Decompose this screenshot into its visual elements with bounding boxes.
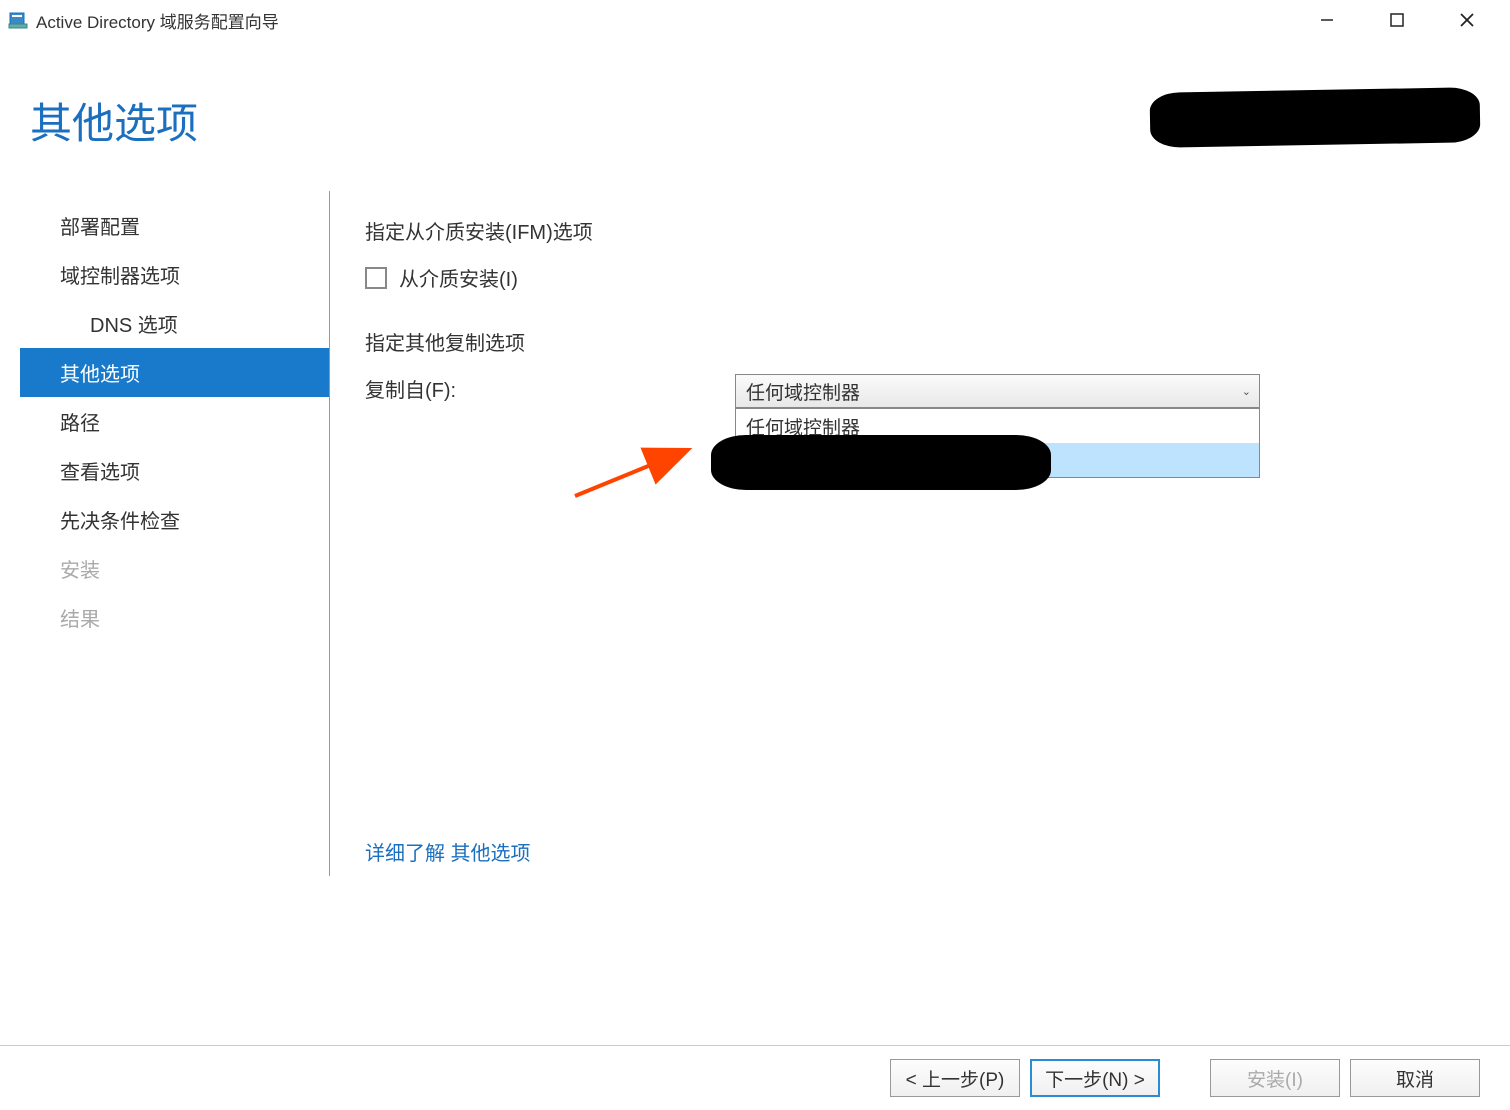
- minimize-button[interactable]: [1312, 5, 1342, 35]
- main-content: 部署配置 域控制器选项 DNS 选项 其他选项 路径 查看选项 先决条件检查 安…: [0, 191, 1510, 876]
- ifm-section-label: 指定从介质安装(IFM)选项: [365, 216, 1490, 245]
- replication-section-label: 指定其他复制选项: [365, 327, 1490, 356]
- page-header: 其他选项 各器: [0, 40, 1510, 191]
- server-manager-icon: [8, 10, 28, 30]
- sidebar-item-paths[interactable]: 路径: [20, 397, 329, 446]
- sidebar-item-deployment[interactable]: 部署配置: [20, 201, 329, 250]
- sidebar-item-review-options[interactable]: 查看选项: [20, 446, 329, 495]
- ifm-checkbox-label: 从介质安装(I): [399, 263, 518, 292]
- replicate-from-dropdown[interactable]: 任何域控制器 ⌄: [735, 374, 1260, 408]
- content-area: 指定从介质安装(IFM)选项 从介质安装(I) 指定其他复制选项 复制自(F):…: [330, 191, 1490, 876]
- ifm-checkbox[interactable]: [365, 267, 387, 289]
- dropdown-list: 任何域控制器: [735, 408, 1260, 478]
- close-button[interactable]: [1452, 5, 1482, 35]
- help-link[interactable]: 详细了解 其他选项: [365, 837, 531, 866]
- window-controls: [1312, 5, 1502, 35]
- replicate-from-row: 复制自(F): 任何域控制器 ⌄ 任何域控制器: [365, 374, 1490, 408]
- wizard-footer: < 上一步(P) 下一步(N) > 安装(I) 取消: [0, 1045, 1510, 1100]
- window-title: Active Directory 域服务配置向导: [36, 8, 279, 33]
- previous-button[interactable]: < 上一步(P): [890, 1059, 1020, 1097]
- maximize-button[interactable]: [1382, 5, 1412, 35]
- redacted-server-name: [1150, 87, 1481, 148]
- sidebar-item-dns-options[interactable]: DNS 选项: [20, 299, 329, 348]
- cancel-button[interactable]: 取消: [1350, 1059, 1480, 1097]
- sidebar-item-dc-options[interactable]: 域控制器选项: [20, 250, 329, 299]
- annotation-arrow: [570, 436, 700, 506]
- install-button: 安装(I): [1210, 1059, 1340, 1097]
- replicate-from-label: 复制自(F):: [365, 374, 735, 403]
- wizard-steps-sidebar: 部署配置 域控制器选项 DNS 选项 其他选项 路径 查看选项 先决条件检查 安…: [20, 191, 330, 876]
- ifm-checkbox-row: 从介质安装(I): [365, 263, 1490, 292]
- next-button[interactable]: 下一步(N) >: [1030, 1059, 1160, 1097]
- sidebar-item-additional-options[interactable]: 其他选项: [20, 348, 329, 397]
- redacted-dc-name: [711, 435, 1051, 490]
- target-server-info: 各器: [1140, 90, 1480, 150]
- replicate-from-dropdown-wrap: 任何域控制器 ⌄ 任何域控制器: [735, 374, 1260, 408]
- sidebar-item-prerequisites[interactable]: 先决条件检查: [20, 495, 329, 544]
- page-title: 其他选项: [30, 90, 198, 151]
- sidebar-item-installation: 安装: [20, 544, 329, 593]
- sidebar-item-results: 结果: [20, 593, 329, 642]
- chevron-down-icon: ⌄: [1242, 385, 1251, 398]
- titlebar: Active Directory 域服务配置向导: [0, 0, 1510, 40]
- dropdown-selected-text: 任何域控制器: [746, 378, 860, 405]
- dropdown-option-specific-dc[interactable]: [736, 443, 1259, 477]
